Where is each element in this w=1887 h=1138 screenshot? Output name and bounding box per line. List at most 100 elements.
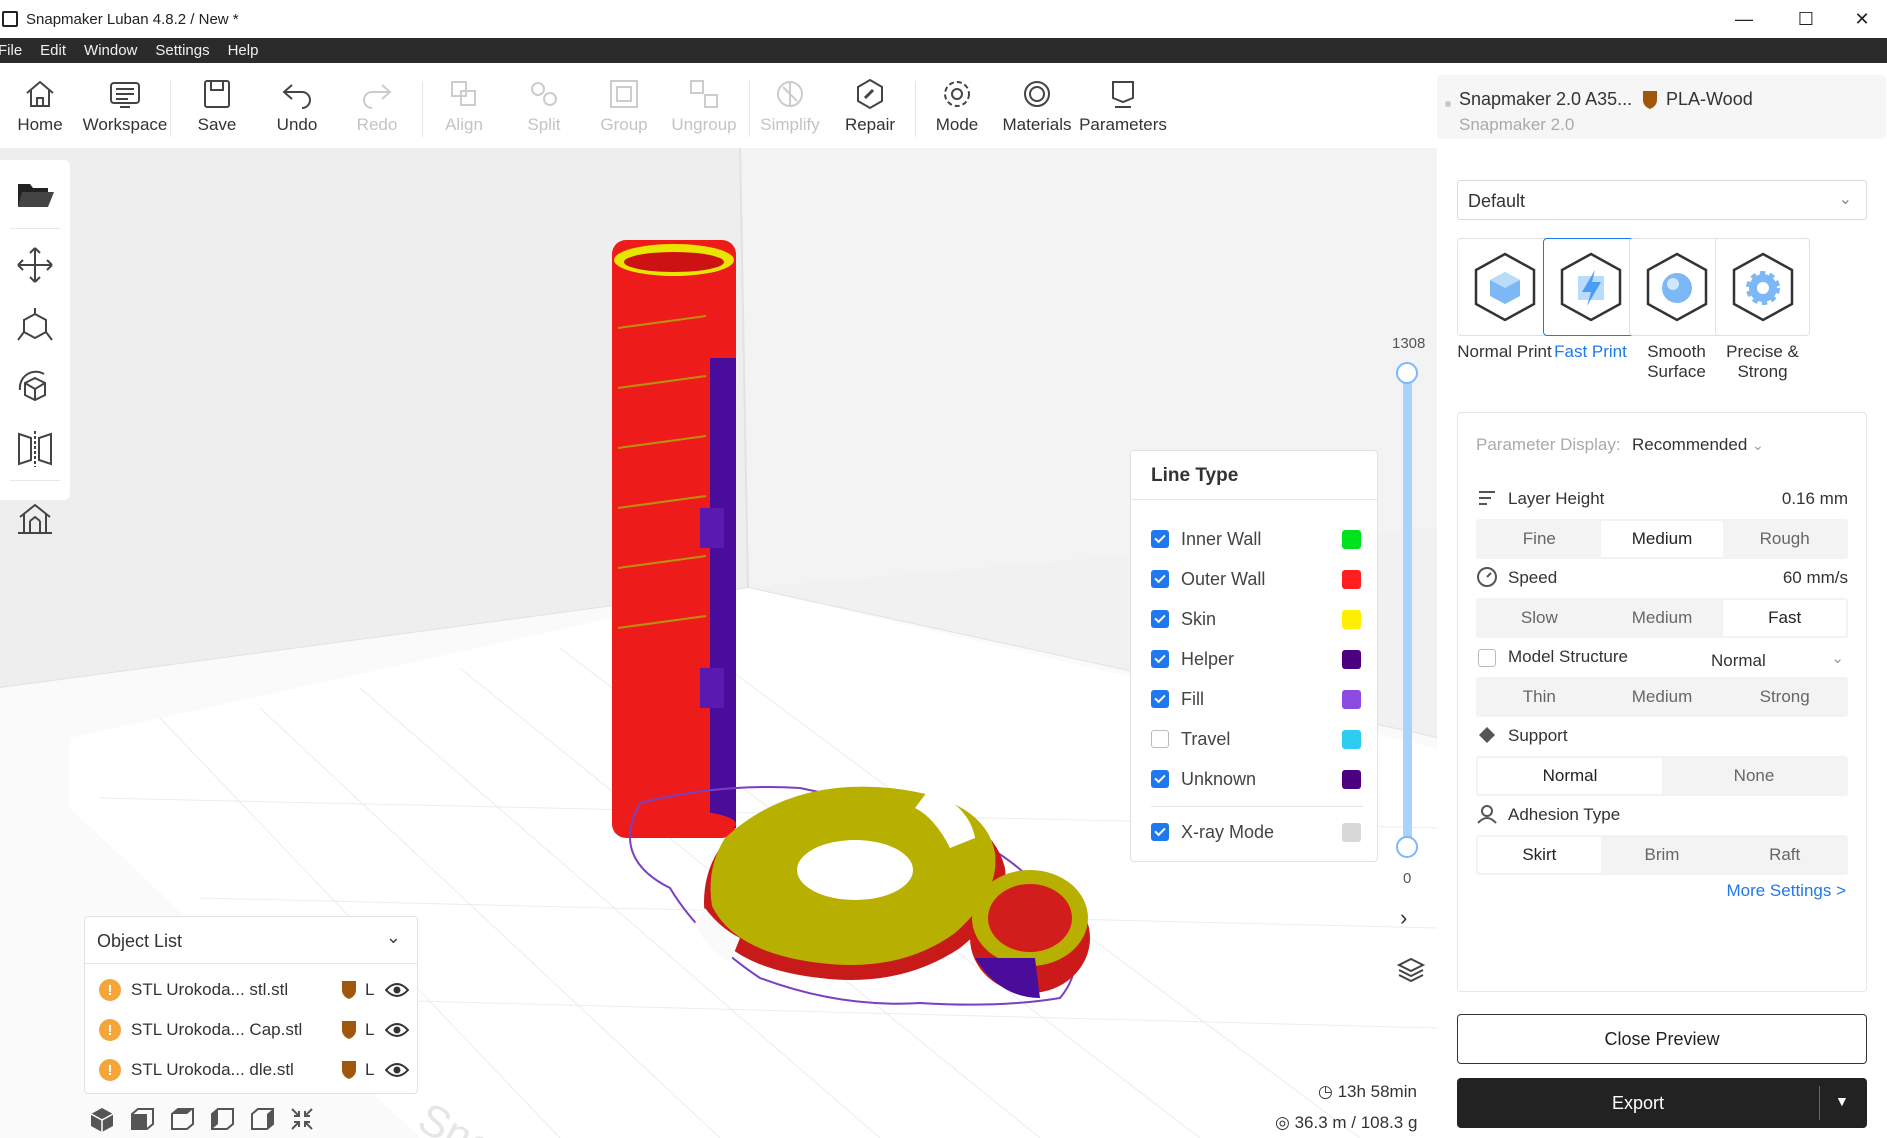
profile-precise-strong[interactable]	[1715, 238, 1810, 336]
workspace-button[interactable]: Workspace	[83, 77, 167, 135]
view-left-icon[interactable]	[208, 1105, 236, 1133]
menu-help[interactable]: Help	[228, 42, 259, 59]
machine-selector[interactable]: Snapmaker 2.0 A35... Snapmaker 2.0 PLA-W…	[1437, 75, 1886, 139]
eye-icon[interactable]	[385, 1022, 409, 1038]
menu-file[interactable]: File	[0, 42, 22, 59]
scale-tool-button[interactable]	[12, 304, 58, 350]
simplify-icon	[777, 81, 803, 107]
align-button[interactable]: Align	[424, 77, 504, 135]
object-list-item[interactable]: ! STL Urokoda... Cap.stl L	[99, 1013, 409, 1047]
close-preview-button[interactable]: Close Preview	[1457, 1014, 1867, 1064]
layer-height-medium[interactable]: Medium	[1600, 521, 1724, 557]
menu-edit[interactable]: Edit	[40, 42, 66, 59]
save-button[interactable]: Save	[177, 77, 257, 135]
checkbox[interactable]	[1151, 570, 1169, 588]
checkbox[interactable]	[1151, 530, 1169, 548]
structure-strong[interactable]: Strong	[1723, 679, 1846, 715]
line-type-travel[interactable]: Travel	[1151, 725, 1361, 753]
chevron-right-icon[interactable]: ›	[1400, 905, 1407, 931]
open-file-button[interactable]	[12, 172, 58, 218]
materials-button[interactable]: Materials	[997, 77, 1077, 135]
profile-smooth-surface[interactable]	[1629, 238, 1724, 336]
adhesion-raft[interactable]: Raft	[1723, 837, 1846, 873]
support-tool-button[interactable]	[12, 495, 58, 541]
line-type-unknown[interactable]: Unknown	[1151, 765, 1361, 793]
line-type-fill[interactable]: Fill	[1151, 685, 1361, 713]
support-normal[interactable]: Normal	[1478, 758, 1662, 794]
adhesion-skirt[interactable]: Skirt	[1478, 837, 1601, 873]
checkbox[interactable]	[1151, 770, 1169, 788]
speed-medium[interactable]: Medium	[1601, 600, 1724, 636]
move-tool-button[interactable]	[12, 242, 58, 288]
structure-thin[interactable]: Thin	[1478, 679, 1601, 715]
fit-view-icon[interactable]	[288, 1105, 316, 1133]
ungroup-button[interactable]: Ungroup	[664, 77, 744, 135]
home-button[interactable]: Home	[0, 77, 80, 135]
view-right-icon[interactable]	[248, 1105, 276, 1133]
color-swatch[interactable]	[1342, 529, 1361, 549]
layer-height-rough[interactable]: Rough	[1723, 521, 1846, 557]
adhesion-brim[interactable]: Brim	[1601, 837, 1724, 873]
more-settings-link[interactable]: More Settings >	[1726, 881, 1846, 901]
caret-down-icon[interactable]: ▼	[1835, 1093, 1849, 1109]
chevron-down-icon[interactable]: ⌄	[386, 927, 401, 948]
speed-slow[interactable]: Slow	[1478, 600, 1601, 636]
split-button[interactable]: Split	[504, 77, 584, 135]
support-none[interactable]: None	[1662, 758, 1846, 794]
xray-mode-toggle[interactable]: X-ray Mode	[1151, 818, 1361, 846]
preset-dropdown[interactable]: Default ⌄	[1457, 180, 1867, 220]
view-top-icon[interactable]	[168, 1105, 196, 1133]
rotate-tool-button[interactable]	[12, 366, 58, 412]
line-type-helper[interactable]: Helper	[1151, 645, 1361, 673]
model-structure-select[interactable]: Normal	[1711, 651, 1766, 671]
layers-icon[interactable]	[1396, 955, 1426, 985]
menu-window[interactable]: Window	[84, 42, 137, 59]
checkbox[interactable]	[1151, 690, 1169, 708]
view-front-icon[interactable]	[128, 1105, 156, 1133]
checkbox[interactable]	[1151, 730, 1169, 748]
color-swatch[interactable]	[1342, 569, 1361, 589]
minimize-button[interactable]: —	[1720, 0, 1768, 38]
mirror-tool-button[interactable]	[12, 426, 58, 472]
color-swatch[interactable]	[1342, 649, 1361, 669]
parameter-display-select[interactable]: Recommended ⌄	[1632, 435, 1764, 455]
color-swatch[interactable]	[1342, 689, 1361, 709]
profile-fast-print[interactable]	[1543, 238, 1638, 336]
checkbox[interactable]	[1151, 610, 1169, 628]
color-swatch[interactable]	[1342, 609, 1361, 629]
menu-settings[interactable]: Settings	[155, 42, 209, 59]
export-button[interactable]: Export ▼	[1457, 1078, 1867, 1128]
mode-button[interactable]: Mode	[917, 77, 997, 135]
speed-fast[interactable]: Fast	[1723, 600, 1847, 636]
profile-normal-print[interactable]	[1457, 238, 1552, 336]
object-list-item[interactable]: ! STL Urokoda... dle.stl L	[99, 1053, 409, 1087]
color-swatch[interactable]	[1342, 729, 1361, 749]
layer-height-fine[interactable]: Fine	[1478, 521, 1601, 557]
group-button[interactable]: Group	[584, 77, 664, 135]
structure-medium[interactable]: Medium	[1601, 679, 1724, 715]
model-structure-checkbox[interactable]	[1478, 649, 1496, 667]
redo-button[interactable]: Redo	[337, 77, 417, 135]
adhesion-segmented: Skirt Brim Raft	[1476, 835, 1848, 875]
simplify-button[interactable]: Simplify	[750, 77, 830, 135]
checkbox[interactable]	[1151, 650, 1169, 668]
object-list-panel: Object List ⌄ ! STL Urokoda... stl.stl L…	[84, 916, 418, 1094]
eye-icon[interactable]	[385, 1062, 409, 1078]
layer-slider[interactable]	[1403, 372, 1412, 850]
layer-slider-bottom-handle[interactable]	[1396, 836, 1418, 858]
line-type-outer-wall[interactable]: Outer Wall	[1151, 565, 1361, 593]
speed-segmented: Slow Medium Fast	[1476, 598, 1848, 638]
eye-icon[interactable]	[385, 982, 409, 998]
object-list-item[interactable]: ! STL Urokoda... stl.stl L	[99, 973, 409, 1007]
layer-slider-top-handle[interactable]	[1396, 362, 1418, 384]
line-type-inner-wall[interactable]: Inner Wall	[1151, 525, 1361, 553]
line-type-skin[interactable]: Skin	[1151, 605, 1361, 633]
color-swatch[interactable]	[1342, 769, 1361, 789]
view-iso-icon[interactable]	[88, 1105, 116, 1133]
checkbox[interactable]	[1151, 823, 1169, 841]
repair-button[interactable]: Repair	[830, 77, 910, 135]
close-button[interactable]: ✕	[1838, 0, 1886, 38]
maximize-button[interactable]: ☐	[1782, 0, 1830, 38]
parameters-button[interactable]: Parameters	[1079, 77, 1167, 135]
undo-button[interactable]: Undo	[257, 77, 337, 135]
